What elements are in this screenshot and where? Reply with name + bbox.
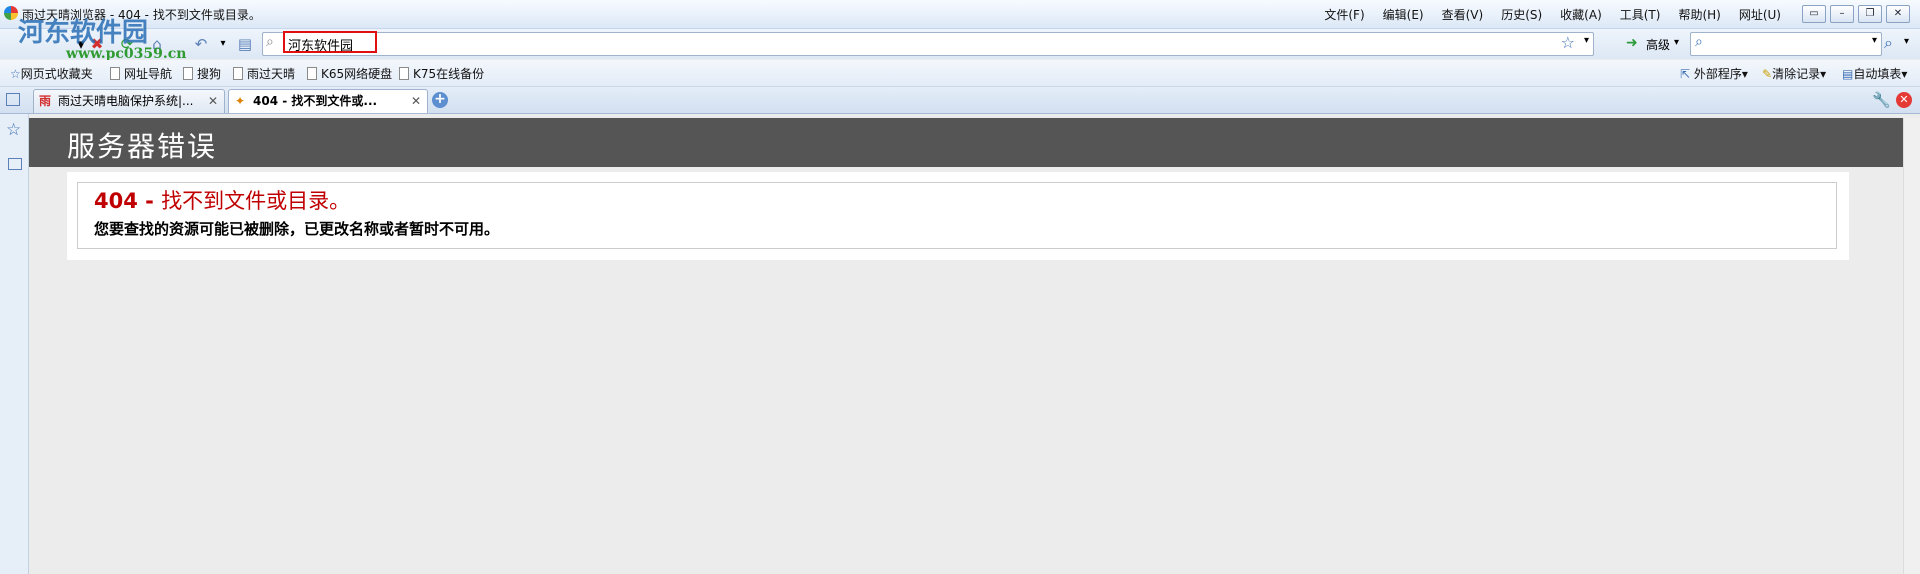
menu-view[interactable]: 查看(V) <box>1433 6 1493 23</box>
menu-edit[interactable]: 编辑(E) <box>1374 6 1433 23</box>
brush-icon: ✎ <box>1762 67 1773 81</box>
fav-item-k65[interactable]: K65网络硬盘 <box>307 65 392 82</box>
fav-item-sogou[interactable]: 搜狗 <box>183 65 221 82</box>
tab-label: 雨过天晴电脑保护系统|... <box>58 94 194 108</box>
advanced-button[interactable]: 高级 <box>1646 36 1670 53</box>
page-viewport: 服务器错误 404 - 找不到文件或目录。 您要查找的资源可能已被删除，已更改名… <box>29 114 1920 574</box>
title-bar: 雨过天晴浏览器 - 404 - 找不到文件或目录。 文件(F) 编辑(E) 查看… <box>0 0 1920 29</box>
close-tab-icon[interactable]: ✕ <box>411 90 421 112</box>
favorites-bar: ☆网页式收藏夹 网址导航 搜狗 雨过天晴 K65网络硬盘 K75在线备份 ⇱ 外… <box>0 60 1920 87</box>
tools-icon[interactable]: 🔧 <box>1872 91 1891 109</box>
favorites-panel-link[interactable]: ☆网页式收藏夹 <box>10 65 93 82</box>
undo-dropdown-icon[interactable]: ▾ <box>212 34 234 54</box>
page-favicon-icon: ✦ <box>235 94 246 108</box>
site-favicon-icon: 雨 <box>39 94 52 108</box>
menu-favorites[interactable]: 收藏(A) <box>1551 6 1611 23</box>
page-icon <box>399 67 409 80</box>
error-title: 404 - 找不到文件或目录。 <box>94 185 350 215</box>
menu-tools[interactable]: 工具(T) <box>1611 6 1670 23</box>
autofill-button[interactable]: ▤自动填表▾ <box>1842 65 1907 82</box>
search-options-icon[interactable]: ▾ <box>1904 36 1909 47</box>
error-panel: 404 - 找不到文件或目录。 您要查找的资源可能已被删除，已更改名称或者暂时不… <box>67 172 1849 260</box>
watermark-logo: 河东软件园 <box>18 18 149 48</box>
external-programs-label: 外部程序 <box>1693 67 1742 81</box>
clear-history-button[interactable]: ✎清除记录▾ <box>1762 65 1826 82</box>
star-icon[interactable]: ☆ <box>1561 33 1575 52</box>
error-message: 找不到文件或目录。 <box>161 189 351 213</box>
tab-bar: 雨 雨过天晴电脑保护系统|... ✕ ✦ 404 - 找不到文件或... ✕ +… <box>0 87 1920 114</box>
fav-label: K75在线备份 <box>413 67 485 81</box>
favorites-star-icon[interactable]: ☆ <box>6 120 21 140</box>
navigation-bar: ▾ ✖ ⟳ ⌂ ↶ ▾ ▤ ⌕ ☆ ▾ ➜ 高级 ▾ ⌕ ▾ ⌕ ▾ <box>0 29 1920 59</box>
page-icon <box>233 67 243 80</box>
window-controls: ▭ – ❐ ✕ <box>1802 5 1910 23</box>
fav-item-k75[interactable]: K75在线备份 <box>399 65 484 82</box>
sidebar: ☆ <box>0 114 29 574</box>
autofill-label: 自动填表 <box>1853 67 1902 81</box>
page-icon <box>183 67 193 80</box>
address-input[interactable] <box>288 35 548 53</box>
minimize-button[interactable]: – <box>1830 5 1854 23</box>
error-description: 您要查找的资源可能已被删除，已更改名称或者暂时不可用。 <box>94 220 500 238</box>
page-title: 服务器错误 <box>67 130 218 163</box>
page-icon <box>110 67 120 80</box>
print-icon[interactable]: ▤ <box>234 34 256 54</box>
menu-url[interactable]: 网址(U) <box>1730 6 1790 23</box>
maximize-button[interactable]: ❐ <box>1858 5 1882 23</box>
search-icon[interactable]: ⌕ <box>1884 33 1893 53</box>
sidebar-toggle-icon[interactable] <box>6 93 20 106</box>
go-arrow-icon[interactable]: ➜ <box>1626 35 1638 51</box>
address-dropdown-icon[interactable]: ▾ <box>1584 35 1589 46</box>
external-programs-button[interactable]: ⇱ 外部程序▾ <box>1680 65 1748 82</box>
fav-item-yuguo[interactable]: 雨过天晴 <box>233 65 295 82</box>
error-header: 服务器错误 <box>29 118 1903 167</box>
form-icon: ▤ <box>1842 67 1854 81</box>
menu-history[interactable]: 历史(S) <box>1492 6 1551 23</box>
close-window-button[interactable]: ✕ <box>1886 5 1910 23</box>
close-all-icon[interactable]: ✕ <box>1896 92 1912 108</box>
layout-button[interactable]: ▭ <box>1802 5 1826 23</box>
close-tab-icon[interactable]: ✕ <box>208 90 218 112</box>
search-dropdown-icon[interactable]: ▾ <box>1872 35 1877 46</box>
search-box[interactable]: ⌕ ▾ <box>1690 32 1882 56</box>
pin-icon: ⇱ <box>1680 67 1691 81</box>
fav-label: 雨过天晴 <box>247 67 296 81</box>
star-icon: ☆ <box>10 67 21 81</box>
tab-label: 404 - 找不到文件或... <box>253 94 378 108</box>
error-box: 404 - 找不到文件或目录。 您要查找的资源可能已被删除，已更改名称或者暂时不… <box>77 182 1837 249</box>
menu-help[interactable]: 帮助(H) <box>1669 6 1729 23</box>
address-search-icon: ⌕ <box>266 34 274 50</box>
new-tab-icon[interactable]: + <box>432 92 448 108</box>
vertical-scrollbar[interactable] <box>1903 118 1920 574</box>
error-code: 404 - <box>94 189 162 213</box>
menu-bar: 文件(F) 编辑(E) 查看(V) 历史(S) 收藏(A) 工具(T) 帮助(H… <box>1315 6 1790 23</box>
advanced-dropdown-icon[interactable]: ▾ <box>1674 37 1679 48</box>
fav-label: 搜狗 <box>197 67 222 81</box>
clear-history-label: 清除记录 <box>1772 67 1821 81</box>
browser-logo-icon <box>4 6 18 20</box>
history-list-icon[interactable] <box>8 158 22 170</box>
tab-404[interactable]: ✦ 404 - 找不到文件或... ✕ <box>228 89 428 113</box>
tab-yuguo[interactable]: 雨 雨过天晴电脑保护系统|... ✕ <box>33 89 225 113</box>
page-icon <box>307 67 317 80</box>
menu-file[interactable]: 文件(F) <box>1315 6 1373 23</box>
search-engine-icon[interactable]: ⌕ <box>1695 34 1703 50</box>
fav-label: K65网络硬盘 <box>321 67 393 81</box>
fav-item-nav[interactable]: 网址导航 <box>110 65 172 82</box>
fav-label: 网页式收藏夹 <box>20 67 93 81</box>
fav-label: 网址导航 <box>124 67 173 81</box>
undo-icon[interactable]: ↶ <box>190 34 212 54</box>
address-bar[interactable]: ⌕ ☆ ▾ <box>262 31 1594 56</box>
